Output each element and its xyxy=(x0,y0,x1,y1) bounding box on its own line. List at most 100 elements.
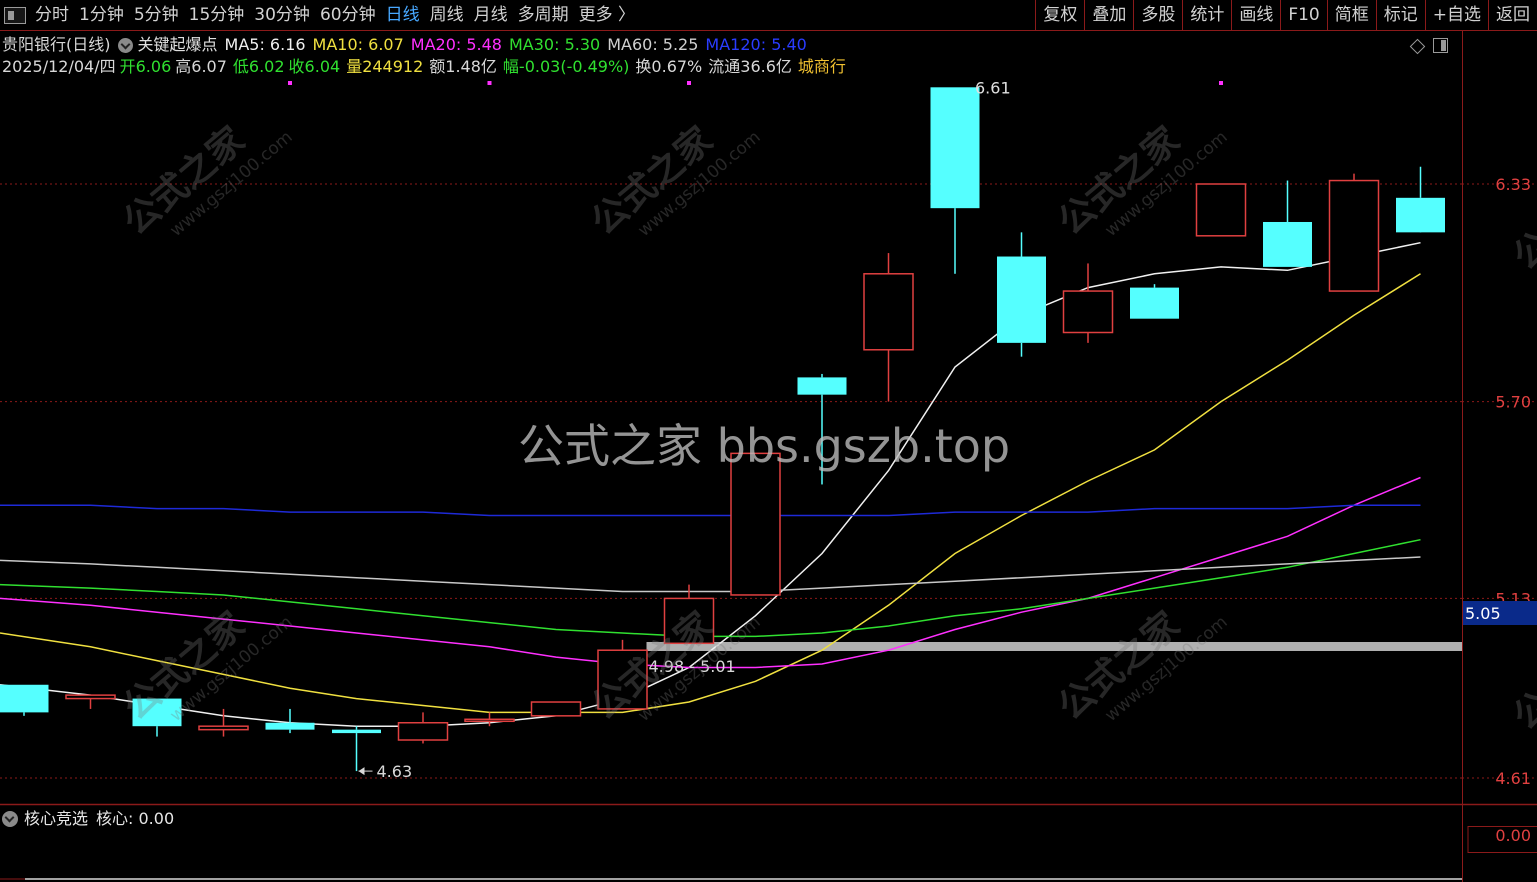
ma5-value: MA5: 6.16 xyxy=(224,35,306,54)
center-watermark: 公式之家 bbs.gszb.top xyxy=(518,419,1011,473)
ma-line-ma5 xyxy=(0,241,1421,727)
period-tab-2[interactable]: 5分钟 xyxy=(129,0,184,31)
candle-body[interactable] xyxy=(997,256,1046,343)
price-axis: 6.335.705.134.615.050.00 xyxy=(1463,175,1537,845)
low-price-label: 4.63 xyxy=(377,762,413,781)
price-tag-label: 5.05 xyxy=(1465,604,1501,623)
candle-body[interactable] xyxy=(863,273,914,351)
zone-range-label: 4.98 - 5.01 xyxy=(649,657,736,676)
candle-0[interactable] xyxy=(0,684,49,716)
tool-button-8[interactable]: +自选 xyxy=(1424,0,1488,31)
candle-body[interactable] xyxy=(198,725,249,731)
quote-high: 高6.07 xyxy=(175,57,227,76)
period-tab-8[interactable]: 月线 xyxy=(469,0,513,31)
tool-button-2[interactable]: 多股 xyxy=(1133,0,1182,31)
signal-marker-1 xyxy=(487,81,492,85)
formula-name[interactable]: 关键起爆点 xyxy=(138,34,218,56)
y-tick-label-1: 5.70 xyxy=(1495,393,1531,412)
tool-button-7[interactable]: 标记 xyxy=(1375,0,1425,31)
candle-body[interactable] xyxy=(1328,179,1380,292)
quote-float-cap: 流通36.6亿 xyxy=(708,57,792,76)
candle-body[interactable] xyxy=(265,722,315,730)
candle-body[interactable] xyxy=(930,87,980,209)
candle-body[interactable] xyxy=(397,721,449,741)
candle-14[interactable] xyxy=(930,87,980,274)
candle-body[interactable] xyxy=(0,684,49,713)
period-tab-5[interactable]: 60分钟 xyxy=(315,0,381,31)
period-tab-3[interactable]: 15分钟 xyxy=(184,0,250,31)
tool-button-3[interactable]: 统计 xyxy=(1182,0,1231,31)
indicator-info-line: 贵阳银行(日线) 关键起爆点 MA5: 6.16 MA10: 6.07 MA20… xyxy=(2,34,814,56)
tool-button-6[interactable]: 简框 xyxy=(1326,0,1376,31)
candle-16[interactable] xyxy=(1062,263,1114,343)
tool-button-1[interactable]: 叠加 xyxy=(1084,0,1133,31)
period-tab-1[interactable]: 1分钟 xyxy=(74,0,129,31)
quote-industry[interactable]: 城商行 xyxy=(798,56,846,78)
candle-body[interactable] xyxy=(597,649,648,710)
indicator-header: 核心竞选 核心: 0.00 xyxy=(2,808,182,830)
indicator-name[interactable]: 核心竞选 xyxy=(24,808,88,830)
formula-toggle-icon[interactable] xyxy=(117,34,138,56)
candle-15[interactable] xyxy=(997,232,1046,357)
tool-button-5[interactable]: F10 xyxy=(1280,0,1326,31)
y-tick-label-0: 6.33 xyxy=(1495,175,1531,194)
diamond-icon[interactable] xyxy=(1409,38,1426,55)
top-toolbar: 分时 1分钟 5分钟 15分钟 30分钟 60分钟 日线 周线 月线 多周期 更多 〉 复权 叠加 多股… xyxy=(0,0,1537,31)
indicator-toggle[interactable] xyxy=(2,808,24,830)
moving-average-lines xyxy=(0,241,1421,727)
candle-18[interactable] xyxy=(1195,183,1247,237)
candle-body[interactable] xyxy=(1130,287,1179,319)
quote-info-line: 2025/12/04/四 开6.06 高6.07 低6.02 收6.04 量24… xyxy=(2,56,846,78)
candle-10[interactable] xyxy=(663,584,715,645)
candle-17[interactable] xyxy=(1130,284,1179,319)
candle-19[interactable] xyxy=(1263,180,1312,267)
candle-body[interactable] xyxy=(132,698,182,727)
ma-line-ma60 xyxy=(0,556,1421,593)
signal-marker-0 xyxy=(288,81,292,85)
stock-name[interactable]: 贵阳银行(日线) xyxy=(2,34,111,56)
ma-line-ma120 xyxy=(0,504,1421,517)
candle-13[interactable] xyxy=(863,253,914,402)
candle-9[interactable] xyxy=(597,639,648,710)
period-tab-7[interactable]: 周线 xyxy=(425,0,469,31)
period-tabs: 分时 1分钟 5分钟 15分钟 30分钟 60分钟 日线 周线 月线 多周期 更多 〉 xyxy=(30,0,640,31)
candle-2[interactable] xyxy=(132,698,182,737)
quote-open: 开6.06 xyxy=(119,57,172,76)
period-tab-4[interactable]: 30分钟 xyxy=(249,0,315,31)
candle-body[interactable] xyxy=(332,729,381,734)
period-tab-6[interactable]: 日线 xyxy=(381,0,425,31)
period-tab-10[interactable]: 更多 〉 xyxy=(574,0,640,31)
quote-volume: 量244912 xyxy=(346,57,424,76)
candle-body[interactable] xyxy=(797,377,847,395)
period-tab-9[interactable]: 多周期 xyxy=(513,0,574,31)
menu-toggle-icon[interactable] xyxy=(4,7,26,24)
candle-body[interactable] xyxy=(530,701,582,717)
quote-change: 幅-0.03(-0.49%) xyxy=(502,57,630,76)
candle-6[interactable] xyxy=(397,712,449,744)
quote-date: 2025/12/04/四 xyxy=(2,57,116,76)
signal-markers xyxy=(288,81,1223,85)
candle-21[interactable] xyxy=(1396,166,1445,233)
ma20-value: MA20: 5.48 xyxy=(410,35,502,54)
tool-button-4[interactable]: 画线 xyxy=(1231,0,1280,31)
candle-8[interactable] xyxy=(530,701,582,717)
candle-body[interactable] xyxy=(1263,221,1312,267)
quote-low: 低6.02 xyxy=(232,57,285,76)
candle-body[interactable] xyxy=(663,597,715,645)
check-circle-icon[interactable] xyxy=(117,38,133,53)
candle-body[interactable] xyxy=(464,718,515,723)
candle-body[interactable] xyxy=(65,694,116,700)
candle-5[interactable] xyxy=(332,726,381,772)
window-layout-icon[interactable] xyxy=(1433,38,1448,53)
check-circle-icon[interactable] xyxy=(2,811,18,827)
tool-button-9[interactable]: 返回 xyxy=(1488,0,1537,31)
period-tab-0[interactable]: 分时 xyxy=(30,0,74,31)
candle-20[interactable] xyxy=(1328,173,1380,292)
tool-button-0[interactable]: 复权 xyxy=(1035,0,1084,31)
candle-body[interactable] xyxy=(1062,290,1114,334)
candle-body[interactable] xyxy=(1195,183,1247,237)
candle-1[interactable] xyxy=(65,694,116,709)
candle-body[interactable] xyxy=(1396,197,1445,233)
quote-turnover: 换0.67% xyxy=(635,57,703,76)
signal-marker-3 xyxy=(1219,81,1223,85)
